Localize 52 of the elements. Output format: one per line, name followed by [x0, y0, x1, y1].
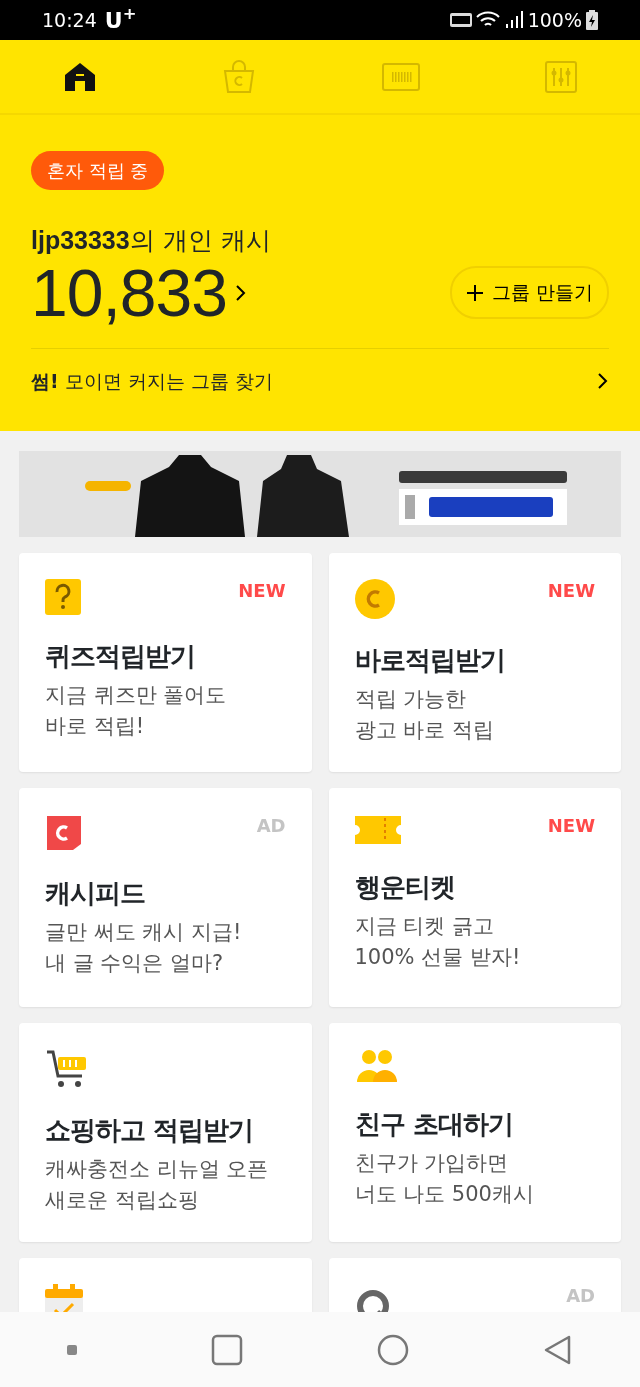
new-label: NEW: [547, 814, 595, 838]
card-description: 지금 티켓 긁고: [354, 913, 495, 940]
ticket-icon: [354, 814, 401, 846]
back-icon[interactable]: [543, 1334, 573, 1366]
card-title: 캐시피드: [45, 877, 146, 910]
battery-level: 100%: [527, 7, 582, 33]
clock: 10:24: [42, 7, 97, 33]
card-title: 행운티켓: [354, 871, 456, 904]
card-description: 100% 선물 받자!: [354, 944, 522, 971]
question-icon: [45, 579, 81, 615]
battery-icon: [586, 10, 598, 30]
card-description: 캐싸충전소 리뉴얼 오픈: [45, 1156, 270, 1183]
card-title: 쇼핑하고 적립받기: [45, 1114, 255, 1147]
create-group-button[interactable]: 그룹 만들기: [449, 266, 609, 319]
home-icon[interactable]: [377, 1334, 409, 1366]
chevron-icon[interactable]: [234, 283, 247, 302]
account-title: ljp33333의 개인 캐시: [31, 225, 272, 257]
menu-card[interactable]: NEW 행운티켓 지금 티켓 긁고 100% 선물 받자!: [328, 788, 621, 1007]
recent-apps-icon[interactable]: [211, 1334, 243, 1366]
friends-icon: [354, 1049, 399, 1083]
card-description: 글만 써도 캐시 지급!: [45, 919, 243, 946]
cart-icon: [45, 1049, 89, 1089]
menu-card[interactable]: 쇼핑하고 적립받기 캐싸충전소 리뉴얼 오픈 새로운 적립쇼핑: [19, 1023, 312, 1242]
card-description: 새로운 적립쇼핑: [45, 1187, 200, 1214]
carrier-name: U$^{+}$: [104, 3, 137, 35]
find-group-link[interactable]: 썸! 모이면 커지는 그룹 찾기: [31, 366, 273, 395]
status-badge: 혼자 적립 중: [31, 151, 165, 190]
coin-icon: [354, 579, 395, 619]
ad-label: AD: [566, 1284, 595, 1308]
new-label: NEW: [238, 579, 286, 603]
menu-card[interactable]: AD 캐시피드 글만 써도 캐시 지급! 내 글 수익은 얼마?: [19, 788, 312, 1007]
card-description: 너도 나도 500캐시: [354, 1181, 535, 1208]
signal-icon: [503, 10, 524, 30]
card-description: 내 글 수익은 얼마?: [45, 950, 225, 977]
card-description: 적립 가능한: [354, 686, 468, 713]
plus-icon: [465, 283, 484, 302]
card-description: 지금 퀴즈만 풀어도: [45, 682, 228, 709]
card-description: 바로 적립!: [45, 713, 146, 740]
menu-card[interactable]: NEW 퀴즈적립받기 지금 퀴즈만 풀어도 바로 적립!: [19, 553, 312, 772]
new-label: NEW: [547, 579, 595, 603]
feed-icon: [45, 814, 83, 852]
menu-card[interactable]: NEW 바로적립받기 적립 가능한 광고 바로 적립: [328, 553, 621, 772]
cash-amount[interactable]: 10,833: [31, 259, 227, 326]
card-title: 퀴즈적립받기: [45, 640, 196, 673]
menu-card[interactable]: 친구 초대하기 친구가 가입하면 너도 나도 500캐시: [328, 1023, 621, 1242]
nfc-icon: [449, 13, 472, 27]
card-description: 광고 바로 적립: [354, 717, 495, 744]
card-title: 바로적립받기: [354, 644, 506, 677]
chevron-icon[interactable]: [597, 371, 609, 390]
card-description: 친구가 가입하면: [354, 1150, 510, 1177]
card-title: 친구 초대하기: [354, 1108, 514, 1141]
ad-label: AD: [256, 814, 286, 838]
